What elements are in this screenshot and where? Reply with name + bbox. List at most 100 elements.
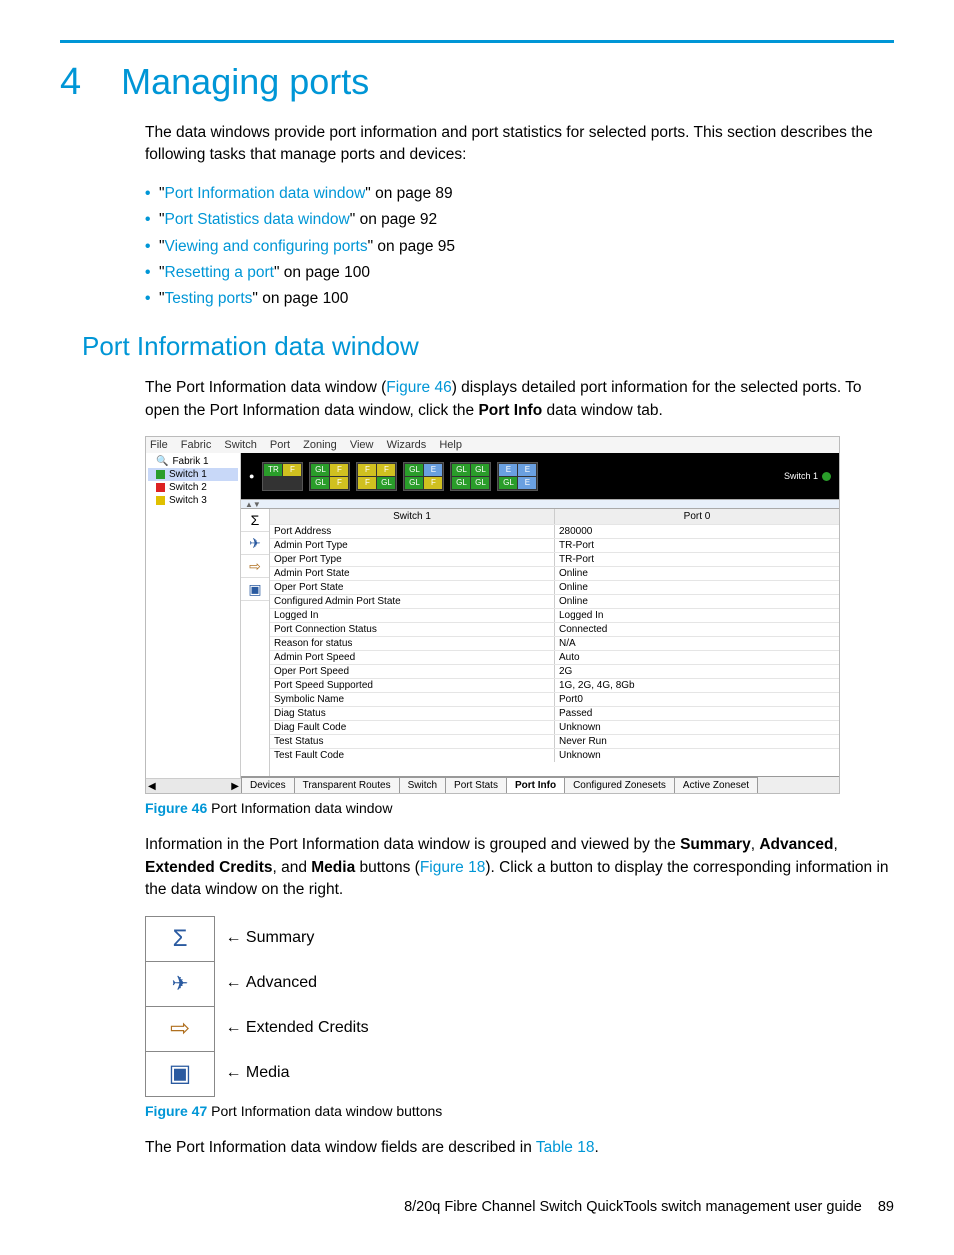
menu-item[interactable]: View [350,439,374,451]
toc-link[interactable]: Viewing and configuring ports [165,238,368,255]
port-slot[interactable]: GL [452,477,470,489]
footer-title: 8/20q Fibre Channel Switch QuickTools sw… [404,1199,862,1215]
menu-item[interactable]: File [150,439,168,451]
toc-link[interactable]: Port Information data window [165,185,366,202]
toc-link[interactable]: Testing ports [165,290,253,307]
port-slot[interactable]: GL [405,477,423,489]
table-row: Port Connection StatusConnected [270,622,839,636]
field-value: TR-Port [555,553,839,566]
label-summary: Summary [225,929,368,947]
extended-credits-button[interactable]: ⇨ [241,555,269,578]
figure-caption: Figure 47 Port Information data window b… [145,1103,894,1119]
paragraph: Information in the Port Information data… [145,834,894,901]
port-group: FFFGL [356,462,397,491]
table-ref-link[interactable]: Table 18 [536,1139,595,1156]
port-group: GLEGLF [403,462,444,491]
port-slot[interactable]: E [518,477,536,489]
port-slot[interactable]: GL [499,477,517,489]
tab-devices[interactable]: Devices [241,777,295,793]
figure-ref-link[interactable]: Figure 46 [386,379,451,396]
port-slot[interactable]: GL [471,464,489,476]
media-button[interactable]: ▣ [241,578,269,601]
table-row: Symbolic NamePort0 [270,692,839,706]
menu-item[interactable]: Wizards [387,439,427,451]
tree-root[interactable]: 🔍Fabrik 1 [148,455,238,468]
field-value: Never Run [555,735,839,748]
port-slot[interactable]: F [377,464,395,476]
page-footer: 8/20q Fibre Channel Switch QuickTools sw… [60,1199,894,1215]
tab-switch[interactable]: Switch [399,777,446,793]
port-slot[interactable]: TR [264,464,282,476]
extended-credits-button[interactable]: ⇨ [146,1007,214,1052]
port-slot[interactable]: GL [471,477,489,489]
port-slot[interactable]: GL [452,464,470,476]
field-name: Oper Port State [270,581,555,594]
port-slot[interactable]: F [424,477,442,489]
port-group: TRF [262,462,303,491]
port-group: GLFGLF [309,462,350,491]
field-name: Test Status [270,735,555,748]
field-value: 280000 [555,525,839,538]
tab-port-info[interactable]: Port Info [506,777,565,793]
toc-item: "Port Information data window" on page 8… [161,181,894,207]
menu-item[interactable]: Fabric [181,439,212,451]
table-row: Test Fault CodeUnknown [270,748,839,762]
tree-switch[interactable]: Switch 3 [148,494,238,507]
menu-item[interactable]: Switch [224,439,256,451]
field-value: Logged In [555,609,839,622]
port-slot[interactable]: F [283,464,301,476]
field-value: Connected [555,623,839,636]
port-slot[interactable]: GL [311,464,329,476]
figure-caption: Figure 46 Port Information data window [145,800,894,816]
table-row: Reason for statusN/A [270,636,839,650]
field-name: Reason for status [270,637,555,650]
section-intro: The Port Information data window (Figure… [145,377,894,422]
chapter-title: Managing ports [121,61,369,103]
port-slot[interactable]: F [358,477,376,489]
summary-button[interactable]: Σ [146,917,214,962]
advanced-button[interactable]: ✈ [146,962,214,1007]
port-slot[interactable]: E [424,464,442,476]
field-name: Admin Port Speed [270,651,555,664]
menu-item[interactable]: Help [439,439,462,451]
tab-transparent-routes[interactable]: Transparent Routes [294,777,400,793]
toc-item: "Resetting a port" on page 100 [161,260,894,286]
port-slot[interactable]: GL [405,464,423,476]
tree-switch[interactable]: Switch 2 [148,481,238,494]
table-row: Admin Port SpeedAuto [270,650,839,664]
chapter-number: 4 [60,61,81,104]
port-slot[interactable]: GL [311,477,329,489]
port-slot[interactable]: F [330,464,348,476]
port-slot[interactable]: F [358,464,376,476]
menu-item[interactable]: Zoning [303,439,337,451]
button-legend-figure: Σ ✈ ⇨ ▣ Summary Advanced Extended Credit… [60,916,894,1097]
port-slot[interactable]: GL [377,477,395,489]
field-value: N/A [555,637,839,650]
port-slot[interactable]: E [499,464,517,476]
tab-port-stats[interactable]: Port Stats [445,777,507,793]
media-button[interactable]: ▣ [146,1052,214,1096]
toc-link[interactable]: Resetting a port [165,264,274,281]
splitter[interactable]: ▲▼ [241,499,839,509]
power-icon: ● [249,471,254,481]
table-row: Configured Admin Port StateOnline [270,594,839,608]
menu-item[interactable]: Port [270,439,290,451]
summary-button[interactable]: Σ [241,509,269,532]
h-scrollbar[interactable]: ◀▶ [146,778,241,793]
table-row: Test StatusNever Run [270,734,839,748]
page-number: 89 [878,1199,894,1215]
tab-configured-zonesets[interactable]: Configured Zonesets [564,777,675,793]
field-value: 1G, 2G, 4G, 8Gb [555,679,839,692]
advanced-button[interactable]: ✈ [241,532,269,555]
field-value: Online [555,595,839,608]
table-row: Diag Fault CodeUnknown [270,720,839,734]
tree-switch[interactable]: Switch 1 [148,468,238,481]
port-slot[interactable]: E [518,464,536,476]
port-slot[interactable]: F [330,477,348,489]
status-led-icon [822,472,831,481]
figure-ref-link[interactable]: Figure 18 [420,859,485,876]
toc-link[interactable]: Port Statistics data window [165,211,350,228]
toc-item: "Viewing and configuring ports" on page … [161,234,894,260]
switch-faceplate: ● TRFGLFGLFFFFGLGLEGLFGLGLGLGLEEGLE Swit… [241,453,839,499]
tab-active-zoneset[interactable]: Active Zoneset [674,777,758,793]
